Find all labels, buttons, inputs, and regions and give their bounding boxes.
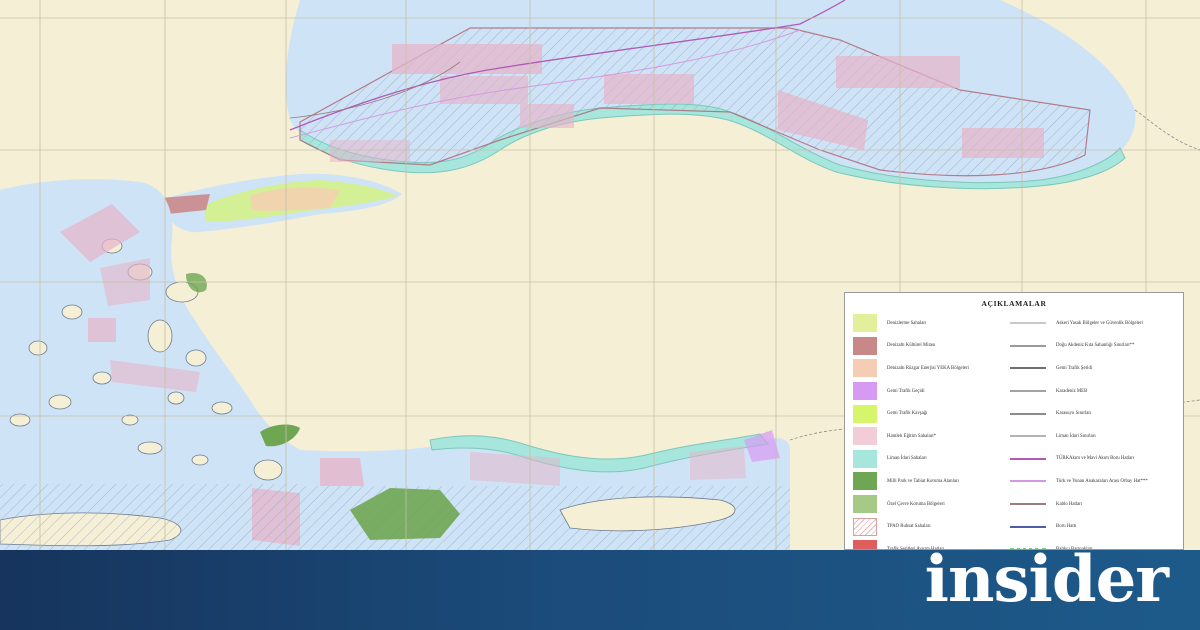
legend-color-swatch xyxy=(853,336,877,355)
legend-item-label: Karasuyu Sınırları xyxy=(1056,411,1092,417)
legend-line-swatch xyxy=(1010,390,1046,393)
legend-item: Gemi Trafik Kavşağı xyxy=(853,402,1014,425)
legend-title: AÇIKLAMALAR xyxy=(981,299,1047,308)
legend-item: Gemi Trafik Geçidi xyxy=(853,380,1014,403)
legend-item-label: Karadeniz MEB xyxy=(1056,388,1088,394)
legend-color-swatch xyxy=(853,517,877,536)
legend-item-label: Özel Çevre Koruma Bölgeleri xyxy=(887,501,945,507)
legend-item: Milli Park ve Tabiat Koruma Alanları xyxy=(853,470,1014,493)
legend-line-swatch xyxy=(1010,322,1046,325)
legend-item: Liman İdari Sahaları xyxy=(853,448,1014,471)
legend-color-swatch xyxy=(853,359,877,378)
legend-item: Kablo Hatları xyxy=(1010,493,1175,516)
legend-item: Denizaltı Kültürel Mirası xyxy=(853,335,1014,358)
legend-color-swatch xyxy=(853,495,877,514)
legend-item: Gemi Trafik Şeridi xyxy=(1010,357,1175,380)
legend-item: TPAO Ruhsat Sahaları xyxy=(853,515,1014,538)
legend-item: Denizlerme Sahaları xyxy=(853,312,1014,335)
legend-color-swatch xyxy=(853,404,877,423)
legend-item: Hamlelı Eğitim Sahaları* xyxy=(853,425,1014,448)
map-image-stage: AÇIKLAMALAR Denizlerme Sahaları Denizaltı… xyxy=(0,0,1200,630)
legend-right-column: Askeri Yasak Bölgeler ve Güvenlik Bölgel… xyxy=(1010,312,1175,549)
legend-line-swatch xyxy=(1010,412,1046,415)
legend-item-label: Gemi Trafik Kavşağı xyxy=(887,411,928,417)
legend-color-swatch xyxy=(853,314,877,333)
legend-item-label: Gemi Trafik Geçidi xyxy=(887,388,925,394)
legend-item: Liman İdari Sınırları xyxy=(1010,425,1175,448)
legend-item: Doğu Akdeniz Kıta Sahanlığı Sınırları** xyxy=(1010,335,1175,358)
legend-item-label: Denizlerme Sahaları xyxy=(887,320,927,326)
legend-item-label: Denizaltı Rüzgar Enerjisi YEKA Bölgeleri xyxy=(887,365,969,371)
legend-line-swatch xyxy=(1010,480,1046,483)
legend-item: Askeri Yasak Bölgeler ve Güvenlik Bölgel… xyxy=(1010,312,1175,335)
legend-item-label: Boru Hattı xyxy=(1056,524,1077,530)
legend-color-swatch xyxy=(853,427,877,446)
legend-item: Karasuyu Sınırları xyxy=(1010,402,1175,425)
legend-item: Özel Çevre Koruma Bölgeleri xyxy=(853,493,1014,516)
insider-logo[interactable]: insider xyxy=(925,548,1169,612)
legend-line-swatch xyxy=(1010,367,1046,370)
legend-item-label: Milli Park ve Tabiat Koruma Alanları xyxy=(887,478,959,484)
legend-line-swatch xyxy=(1010,457,1046,460)
legend-item-label: Liman İdari Sahaları xyxy=(887,456,927,462)
legend-color-swatch xyxy=(853,382,877,401)
legend-item-label: TÜRKAkım ve Mavi Akım Boru Hatları xyxy=(1056,456,1135,462)
legend-item-label: Kablo Hatları xyxy=(1056,501,1083,507)
map-legend: AÇIKLAMALAR Denizlerme Sahaları Denizaltı… xyxy=(844,292,1184,550)
legend-item-label: Askeri Yasak Bölgeler ve Güvenlik Bölgel… xyxy=(1056,320,1143,326)
legend-item-label: Türk ve Yunan Anakaraları Arası Orbay Ha… xyxy=(1056,478,1148,484)
legend-item: Denizaltı Rüzgar Enerjisi YEKA Bölgeleri xyxy=(853,357,1014,380)
legend-color-swatch xyxy=(853,449,877,468)
legend-color-swatch xyxy=(853,472,877,491)
legend-item-label: Gemi Trafik Şeridi xyxy=(1056,365,1093,371)
legend-line-swatch xyxy=(1010,525,1046,528)
legend-line-swatch xyxy=(1010,344,1046,347)
legend-item: TÜRKAkım ve Mavi Akım Boru Hatları xyxy=(1010,448,1175,471)
legend-item: Karadeniz MEB xyxy=(1010,380,1175,403)
legend-item: Boru Hattı xyxy=(1010,515,1175,538)
legend-line-swatch xyxy=(1010,503,1046,506)
legend-left-column: Denizlerme Sahaları Denizaltı Kültürel Mi… xyxy=(853,312,1014,549)
legend-item-label: Liman İdari Sınırları xyxy=(1056,433,1096,439)
legend-item-label: Denizaltı Kültürel Mirası xyxy=(887,343,936,349)
legend-item-label: TPAO Ruhsat Sahaları xyxy=(887,524,931,530)
legend-item-label: Hamlelı Eğitim Sahaları* xyxy=(887,433,937,439)
legend-color-swatch xyxy=(853,540,877,549)
legend-item-label: Doğu Akdeniz Kıta Sahanlığı Sınırları** xyxy=(1056,343,1135,349)
legend-item: Türk ve Yunan Anakaraları Arası Orbay Ha… xyxy=(1010,470,1175,493)
legend-line-swatch xyxy=(1010,435,1046,438)
